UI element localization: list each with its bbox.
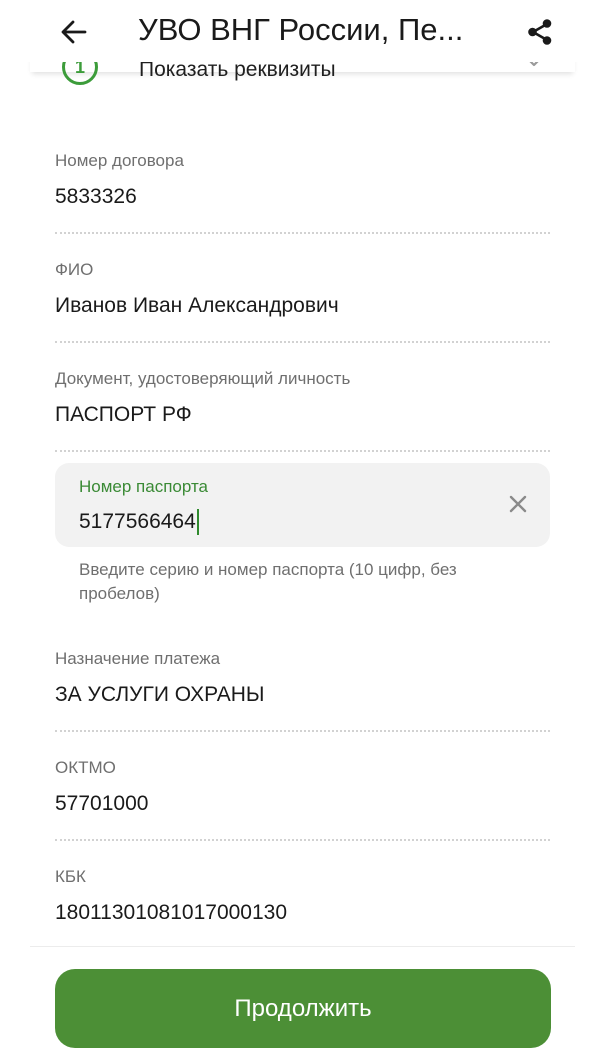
continue-button[interactable]: Продолжить xyxy=(55,969,551,1048)
divider xyxy=(55,450,550,452)
app-bar: УВО ВНГ России, Пе... xyxy=(0,0,600,62)
passport-number-label: Номер паспорта xyxy=(79,477,209,496)
fio-value: Иванов Иван Александрович xyxy=(55,294,339,317)
text-caret xyxy=(196,509,199,535)
payment-purpose-label: Назначение платежа xyxy=(55,649,221,668)
oktmo-field: ОКТМО 57701000 xyxy=(55,757,550,818)
divider xyxy=(55,730,550,732)
divider xyxy=(55,839,550,841)
bottom-separator xyxy=(30,946,575,947)
contract-number-label: Номер договора xyxy=(55,151,184,170)
fio-field: ФИО Иванов Иван Александрович xyxy=(55,259,550,320)
oktmo-value: 57701000 xyxy=(55,792,149,815)
passport-number-input[interactable]: 5177566464 xyxy=(79,507,459,537)
divider xyxy=(55,232,550,234)
kbk-value: 18011301081017000130 xyxy=(55,901,288,924)
document-label: Документ, удостоверяющий личность xyxy=(55,369,351,388)
payment-purpose-value: ЗА УСЛУГИ ОХРАНЫ xyxy=(55,683,265,706)
passport-number-field[interactable]: Номер паспорта 5177566464 xyxy=(55,463,550,547)
clear-button[interactable] xyxy=(505,491,531,517)
contract-number-value: 5833326 xyxy=(55,185,137,208)
share-icon xyxy=(528,19,552,45)
fio-label: ФИО xyxy=(55,260,94,279)
passport-number-value: 5177566464 xyxy=(79,510,196,533)
share-button[interactable] xyxy=(518,10,562,54)
close-icon xyxy=(509,495,527,513)
page-title: УВО ВНГ России, Пе... xyxy=(138,12,464,47)
back-button[interactable] xyxy=(52,10,96,54)
payment-purpose-field: Назначение платежа ЗА УСЛУГИ ОХРАНЫ xyxy=(55,648,550,709)
contract-number-field: Номер договора 5833326 xyxy=(55,150,550,211)
kbk-label: КБК xyxy=(55,867,86,886)
divider xyxy=(55,341,550,343)
oktmo-label: ОКТМО xyxy=(55,758,116,777)
document-value: ПАСПОРТ РФ xyxy=(55,403,192,426)
kbk-field: КБК 18011301081017000130 xyxy=(55,866,550,927)
passport-helper-text: Введите серию и номер паспорта (10 цифр,… xyxy=(79,560,457,603)
document-field: Документ, удостоверяющий личность ПАСПОР… xyxy=(55,368,550,429)
arrow-back-icon xyxy=(61,20,87,44)
